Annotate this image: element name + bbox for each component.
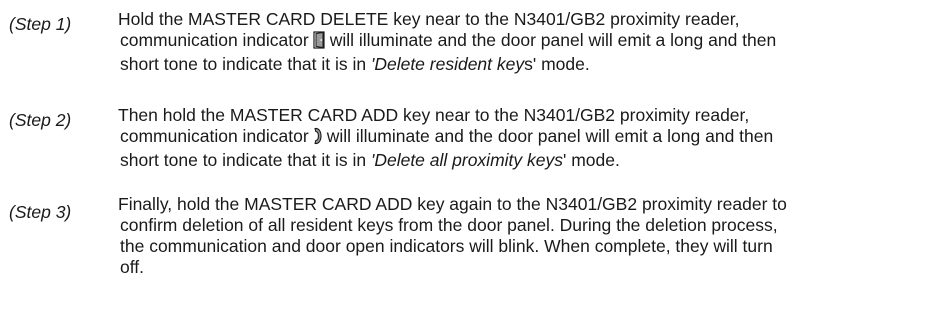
- step-3-line-1: Finally, hold the MASTER CARD ADD key ag…: [118, 194, 787, 214]
- step-3-line-3: the communication and door open indicato…: [120, 236, 773, 256]
- step-1-line-2: communication indicator will illuminate …: [118, 30, 918, 54]
- step-2-line-1: Then hold the MASTER CARD ADD key near t…: [118, 105, 750, 125]
- step-1-line-1: Hold the MASTER CARD DELETE key near to …: [118, 9, 740, 29]
- step-2-text: Then hold the MASTER CARD ADD key near t…: [118, 105, 918, 171]
- step-3-line-2: confirm deletion of all resident keys fr…: [120, 215, 778, 235]
- step-1-line-3-start: short tone to indicate that it is in: [120, 54, 371, 74]
- step-2-line-2: communication indicator will illuminate …: [118, 126, 918, 150]
- step-2-line-2-start: communication indicator: [120, 126, 309, 146]
- step-3-line-4: off.: [120, 257, 145, 277]
- step-2-line-2-end: will illuminate and the door panel will …: [326, 126, 774, 146]
- step-1-label: (Step 1): [9, 14, 72, 34]
- step-3-label: (Step 3): [9, 202, 72, 222]
- step-1-line-3: short tone to indicate that it is in 'De…: [118, 54, 918, 75]
- step-1-mode-name: 'Delete resident key: [370, 54, 525, 74]
- step-2-mode-name: 'Delete all proximity keys: [370, 150, 563, 170]
- step-1-line-3-end: s' mode.: [524, 54, 590, 74]
- step-1-line-2-start: communication indicator: [120, 30, 309, 50]
- step-2-line-3-start: short tone to indicate that it is in: [120, 150, 371, 170]
- step-1-line-2-end: will illuminate and the door panel will …: [329, 30, 777, 50]
- communication-indicator-handset-icon: [313, 127, 323, 150]
- communication-indicator-door-icon: [313, 31, 326, 54]
- step-2-label: (Step 2): [9, 110, 72, 130]
- step-2-line-3: short tone to indicate that it is in 'De…: [118, 150, 918, 171]
- step-1-text: Hold the MASTER CARD DELETE key near to …: [118, 9, 918, 75]
- step-2-line-3-end: ' mode.: [563, 150, 620, 170]
- step-3-text: Finally, hold the MASTER CARD ADD key ag…: [118, 194, 918, 278]
